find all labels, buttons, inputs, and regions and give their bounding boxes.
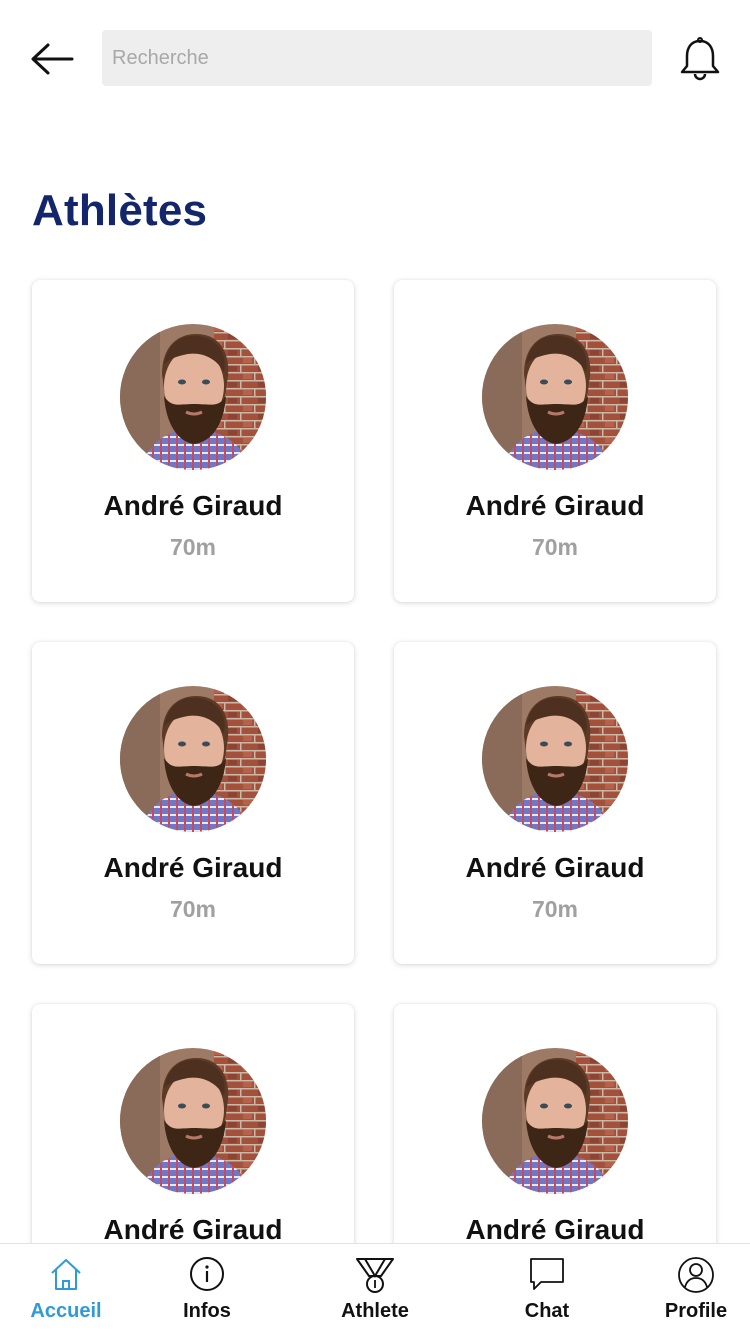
- tab-profile[interactable]: Profile: [646, 1244, 746, 1335]
- athlete-avatar: [482, 686, 628, 832]
- tab-athlete[interactable]: Athlete: [325, 1244, 425, 1335]
- athlete-card[interactable]: André Giraud 70m: [394, 1004, 716, 1244]
- athlete-name: André Giraud: [465, 490, 645, 521]
- info-icon: [189, 1256, 225, 1297]
- athlete-avatar: [120, 686, 266, 832]
- chat-icon: [528, 1256, 566, 1297]
- medal-icon: [355, 1256, 395, 1299]
- athlete-avatar: [482, 324, 628, 470]
- athlete-distance: 70m: [169, 896, 217, 922]
- tab-label: Infos: [183, 1300, 231, 1322]
- tab-label: Athlete: [341, 1300, 409, 1322]
- tab-accueil[interactable]: Accueil: [16, 1244, 116, 1335]
- athlete-avatar: [120, 324, 266, 470]
- athlete-distance: 70m: [169, 534, 217, 560]
- tab-label: Profile: [664, 1300, 728, 1322]
- athlete-name: André Giraud: [465, 852, 645, 883]
- athlete-name: André Giraud: [465, 1214, 645, 1244]
- tab-infos[interactable]: Infos: [157, 1244, 257, 1335]
- athlete-card[interactable]: André Giraud 70m: [394, 280, 716, 602]
- athlete-avatar: [120, 1048, 266, 1194]
- athlete-card[interactable]: André Giraud 70m: [394, 642, 716, 964]
- athlete-distance: 70m: [531, 534, 579, 560]
- tab-label: Accueil: [30, 1300, 102, 1322]
- athlete-card[interactable]: André Giraud 70m: [32, 280, 354, 602]
- profile-icon: [677, 1256, 715, 1299]
- athlete-card[interactable]: André Giraud 70m: [32, 1004, 354, 1244]
- tab-chat[interactable]: Chat: [497, 1244, 597, 1335]
- home-icon: [48, 1256, 84, 1297]
- athlete-name: André Giraud: [103, 852, 283, 883]
- bottom-tab-bar: Accueil Infos Athlete Chat Profile: [0, 1243, 750, 1335]
- athlete-distance: 70m: [531, 896, 579, 922]
- tab-label: Chat: [524, 1300, 570, 1322]
- athlete-card[interactable]: André Giraud 70m: [32, 642, 354, 964]
- athlete-name: André Giraud: [103, 490, 283, 521]
- athlete-name: André Giraud: [103, 1214, 283, 1244]
- athlete-avatar: [482, 1048, 628, 1194]
- athlete-grid: André Giraud 70m André Giraud 70m André …: [0, 0, 750, 1244]
